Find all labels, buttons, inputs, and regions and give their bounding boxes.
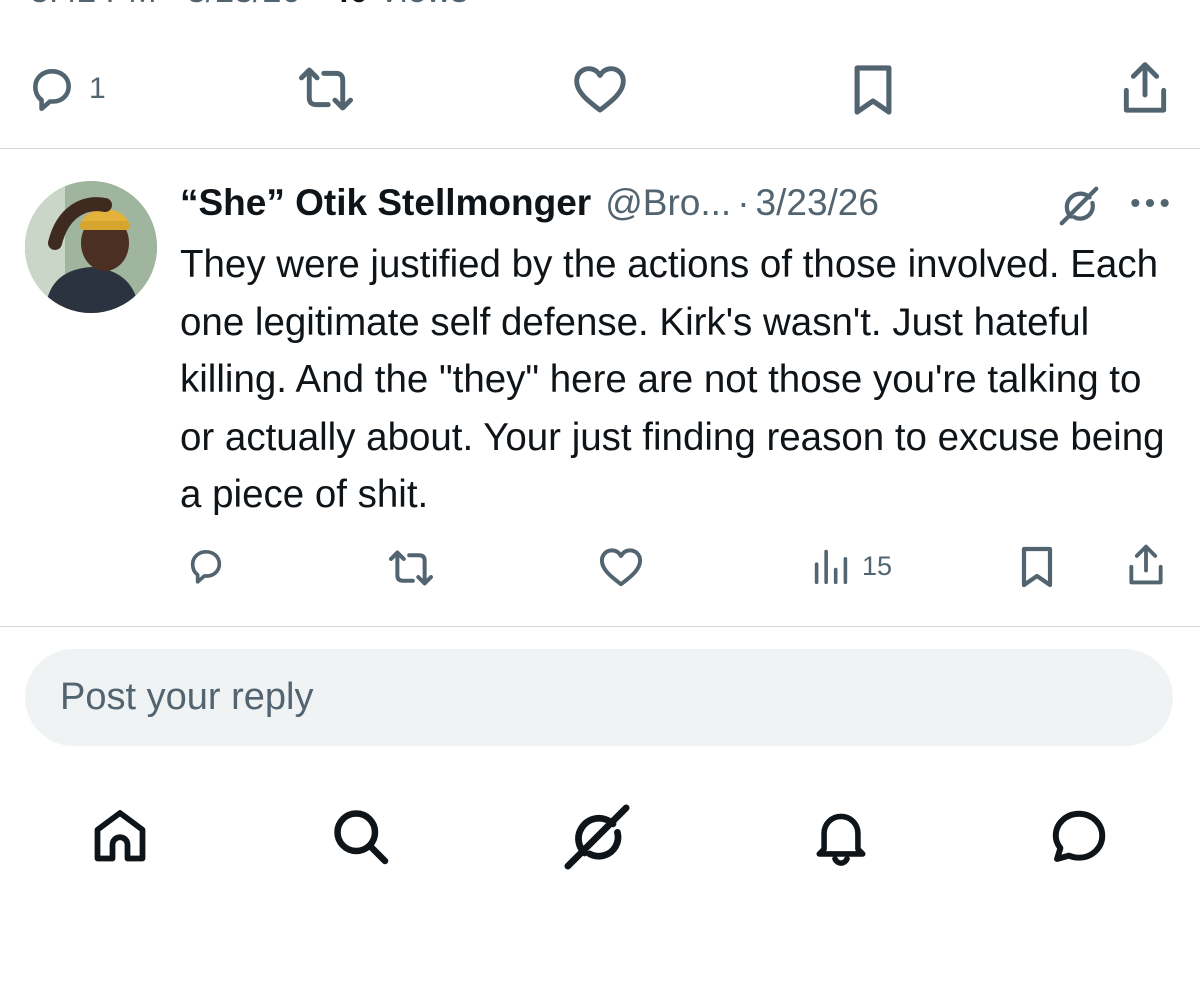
grok-icon[interactable] [1056, 183, 1102, 234]
reply-input-placeholder: Post your reply [60, 676, 314, 718]
avatar[interactable] [25, 181, 157, 313]
nav-notifications[interactable] [812, 808, 870, 866]
reply-retweet-button[interactable] [386, 548, 436, 588]
reply-input[interactable]: Post your reply [25, 649, 1173, 746]
views-label: Views [378, 0, 468, 10]
reply-text: They were justified by the actions of th… [180, 243, 1165, 516]
nav-messages[interactable] [1048, 806, 1110, 868]
reply-header: “She” Otik Stellmonger @Bro... · 3/23/26 [180, 178, 1170, 228]
messages-icon [1048, 806, 1110, 868]
reply-views-button[interactable]: 15 [812, 548, 892, 584]
reply-views-count: 15 [862, 550, 893, 581]
nav-search[interactable] [330, 806, 390, 866]
tweet-meta: 3:42 PM · 3/23/26 · 40 Views [30, 0, 468, 11]
heart-icon [598, 546, 644, 588]
nav-home[interactable] [90, 806, 150, 866]
home-icon [90, 806, 150, 866]
bookmark-icon [851, 63, 895, 117]
search-icon [330, 806, 390, 866]
header-separator: · [737, 182, 750, 223]
bookmark-icon [1019, 545, 1055, 589]
views-count: 40 [331, 0, 369, 10]
reply-icon [25, 64, 79, 114]
reply-date[interactable]: 3/23/26 [756, 182, 879, 224]
main-reply-button[interactable]: 1 [25, 64, 106, 114]
grok-icon [562, 802, 632, 872]
more-icon[interactable] [1128, 188, 1172, 223]
bell-icon [812, 808, 870, 866]
views-icon [812, 548, 850, 584]
tweet-date: 3/23/26 [187, 0, 300, 10]
divider [0, 148, 1200, 149]
divider [0, 626, 1200, 627]
main-retweet-button[interactable] [297, 64, 355, 114]
reply-bookmark-button[interactable] [1019, 545, 1055, 589]
main-reply-count: 1 [89, 72, 106, 105]
main-bookmark-button[interactable] [851, 63, 895, 117]
reply-share-button[interactable] [1125, 543, 1167, 587]
display-name[interactable]: “She” Otik Stellmonger [180, 182, 591, 224]
main-share-button[interactable] [1119, 60, 1171, 116]
retweet-icon [386, 548, 436, 588]
nav-grok[interactable] [562, 802, 632, 872]
reply-reply-button[interactable] [184, 546, 228, 586]
share-icon [1119, 60, 1171, 116]
reply-like-button[interactable] [598, 546, 644, 588]
share-icon [1125, 543, 1167, 587]
retweet-icon [297, 64, 355, 114]
main-like-button[interactable] [572, 63, 628, 115]
user-handle[interactable]: @Bro... [605, 182, 731, 224]
heart-icon [572, 63, 628, 115]
tweet-time: 3:42 PM [30, 0, 157, 10]
reply-icon [184, 546, 228, 586]
main-tweet-action-bar: 1 [0, 58, 1200, 120]
